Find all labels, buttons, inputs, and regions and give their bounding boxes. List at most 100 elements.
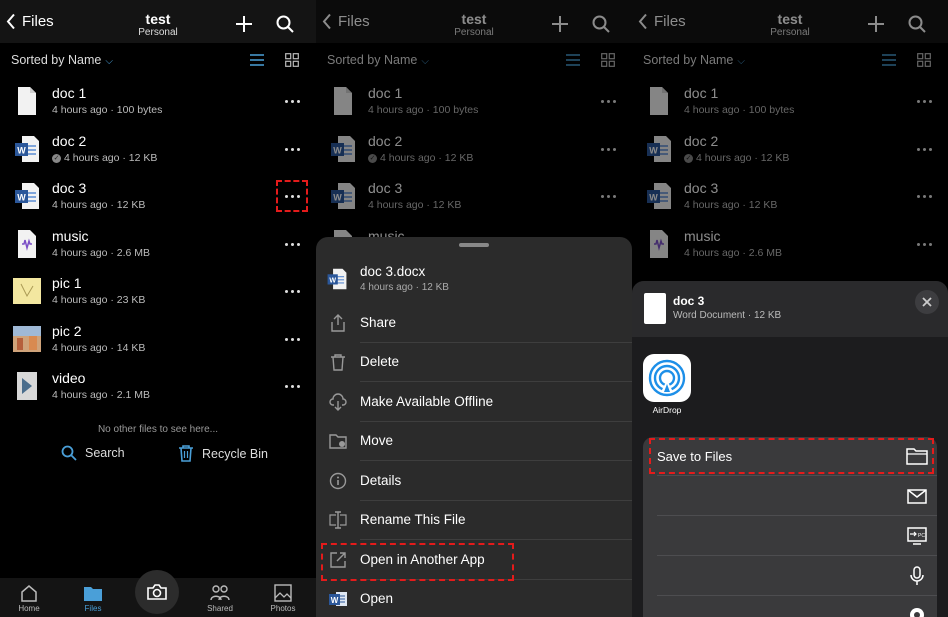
more-options-button[interactable] [276,331,308,347]
sort-bar: Sorted by Name ⌵ [0,43,316,77]
file-meta: 4 hours ago · 2.1 MB [52,389,150,401]
location-option[interactable] [643,597,937,617]
action-label: Rename This File [360,512,466,527]
highlight-box [649,438,934,474]
share-sheet-header: doc 3 Word Document · 12 KB [632,281,948,337]
add-icon[interactable] [235,15,253,33]
file-name: video [52,370,86,386]
share-file-meta: Word Document · 12 KB [673,310,782,321]
folder-icon [84,587,102,601]
action-delete[interactable]: Delete [316,343,632,382]
tab-shared-label: Shared [207,604,233,613]
people-icon [210,585,230,601]
airdrop-button[interactable] [643,354,691,402]
file-meta-text: 4 hours ago · 23 KB [52,294,146,306]
action-label: Delete [360,354,400,369]
sort-dropdown[interactable]: Sorted by Name ⌵ [11,53,113,67]
tab-files[interactable]: Files [68,584,118,613]
action-label: Details [360,473,402,488]
mail-icon [907,489,927,504]
grid-view-icon[interactable] [285,53,299,67]
share-file-name: doc 3 [673,294,705,308]
info-icon [329,472,347,490]
recycle-bin-button[interactable]: Recycle Bin [178,445,268,462]
mail-option[interactable] [643,477,937,516]
word-doc-icon: W [15,136,39,162]
chevron-down-icon: ⌵ [105,56,113,67]
action-label: Open [360,591,394,606]
sort-label: Sorted by Name [11,53,102,67]
file-meta-text: 4 hours ago · 12 KB [64,152,158,164]
document-icon [644,293,666,324]
tab-photos[interactable]: Photos [258,584,308,613]
word-doc-icon: W [15,183,39,209]
cloud-download-icon [329,393,347,411]
more-options-button[interactable] [276,378,308,394]
sheet-file-header: W doc 3.docx 4 hours ago · 12 KB [326,263,626,303]
top-bar: Files test Personal [0,0,316,43]
file-meta-text: 4 hours ago · 100 bytes [52,104,163,116]
file-row[interactable]: video 4 hours ago · 2.1 MB [0,363,316,410]
more-options-button[interactable] [276,283,308,299]
search-icon [61,445,77,461]
search-icon[interactable] [276,15,294,33]
file-name: doc 2 [52,133,87,149]
trash-icon [331,354,345,371]
location-pin-icon [910,608,924,617]
more-options-button[interactable] [276,236,308,252]
more-options-button[interactable] [276,180,308,212]
file-row[interactable]: W doc 3 4 hours ago · 12 KB [0,173,316,220]
send-to-pc-icon: PC [907,527,927,545]
svg-text:W: W [331,596,339,605]
svg-text:W: W [17,193,26,203]
file-meta: 4 hours ago · 12 KB [52,199,145,211]
tab-home[interactable]: Home [4,584,54,613]
share-sheet-screen: Files test Personal Sorted by Name ⌵ doc … [632,0,948,617]
action-make-offline[interactable]: Make Available Offline [316,383,632,422]
action-rename[interactable]: Rename This File [316,501,632,540]
trash-icon [179,445,193,462]
list-view-icon[interactable] [250,54,264,66]
word-doc-icon: W [327,268,347,290]
sheet-file-meta: 4 hours ago · 12 KB [360,282,449,293]
action-label: Make Available Offline [360,394,494,409]
dictation-option[interactable] [643,557,937,596]
document-icon [18,87,36,115]
action-share[interactable]: Share [316,304,632,343]
file-row[interactable]: music 4 hours ago · 2.6 MB [0,221,316,268]
home-icon [21,585,37,602]
share-icon [331,314,345,332]
file-row[interactable]: pic 2 4 hours ago · 14 KB [0,316,316,363]
action-open[interactable]: W Open [316,580,632,617]
file-row[interactable]: doc 1 4 hours ago · 100 bytes [0,78,316,125]
send-to-pc-option[interactable]: PC [643,517,937,556]
action-details[interactable]: Details [316,462,632,501]
camera-button[interactable] [135,570,179,614]
sheet-file-name: doc 3.docx [360,264,426,279]
more-options-button[interactable] [276,93,308,109]
page-subtitle: Personal [138,27,178,38]
more-options-button[interactable] [276,141,308,157]
file-row[interactable]: pic 1 4 hours ago · 23 KB [0,268,316,315]
file-meta: 4 hours ago · 100 bytes [52,104,162,116]
audio-file-icon [18,230,36,258]
microphone-icon [910,566,924,585]
action-move[interactable]: Move [316,422,632,461]
files-list-screen: Files test Personal Sorted by Name ⌵ doc … [0,0,316,617]
file-actions-sheet: W doc 3.docx 4 hours ago · 12 KB Share D… [316,237,632,617]
file-row[interactable]: W doc 2 ✓ 4 hours ago · 12 KB [0,126,316,173]
airdrop-label: AirDrop [652,405,682,415]
search-button[interactable]: Search [61,445,125,461]
file-meta: 4 hours ago · 14 KB [52,342,145,354]
file-meta-text: 4 hours ago · 12 KB [52,199,146,211]
share-sheet: doc 3 Word Document · 12 KB AirDrop Save… [632,281,948,617]
tab-home-label: Home [18,604,40,613]
tab-shared[interactable]: Shared [195,584,245,613]
close-button[interactable] [915,290,939,314]
svg-text:PC: PC [918,533,925,539]
drag-handle[interactable] [459,243,489,247]
file-name: doc 3 [52,180,87,196]
camera-icon [147,584,167,600]
file-meta: 4 hours ago · 23 KB [52,294,145,306]
empty-message: No other files to see here... [97,424,219,435]
